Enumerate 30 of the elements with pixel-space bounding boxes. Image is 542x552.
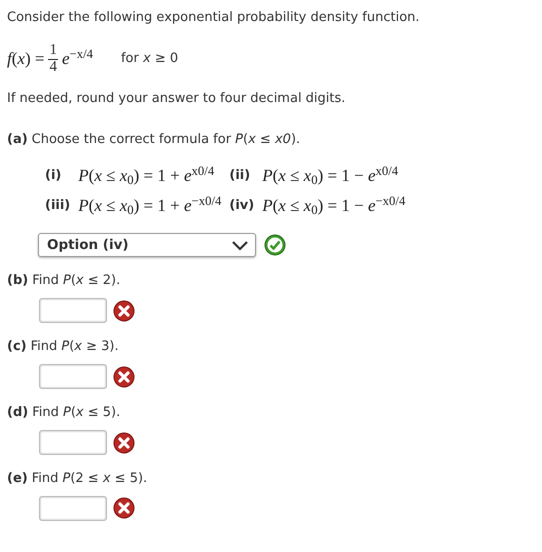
answer-field[interactable]	[39, 430, 107, 456]
note-text: If needed, round your answer to four decimal digits.	[7, 91, 346, 108]
fraction: 1 4	[48, 42, 58, 76]
part-label: (a)	[7, 132, 28, 150]
answer-field[interactable]	[39, 298, 107, 324]
question-text: Choose the correct formula for P(x ≤ x0).	[32, 132, 300, 150]
option-formula: P(x ≤ x$_{0}$) = 1 − e$^{−x0/4}$	[262, 195, 406, 218]
question-text: Find P(x ≤ 5).	[32, 405, 120, 422]
option-formula: P(x ≤ x$_{0}$) = 1 − e$^{x0/4}$	[262, 165, 400, 188]
answer-field[interactable]	[39, 364, 107, 390]
formula-exponential: e$^{−x/4}$	[62, 48, 93, 70]
formula-lhs: f(x) =	[7, 48, 44, 70]
condition-text: for x ≥ 0	[120, 50, 178, 68]
intro-text: Consider the following exponential probability density function.	[7, 10, 421, 27]
part-label: (e)	[7, 471, 28, 488]
answer-dropdown[interactable]: Option (iv)	[38, 233, 256, 258]
option-label: (iii)	[45, 198, 70, 215]
option-label: (i)	[45, 168, 62, 185]
question-text: Find P(x ≤ 2).	[32, 273, 120, 290]
caret-icon	[231, 240, 249, 251]
part-label: (b)	[7, 273, 28, 290]
answer-field[interactable]	[39, 496, 107, 521]
option-formula: P(x ≤ x$_{0}$) = 1 + e$^{−x0/4}$	[78, 195, 222, 218]
option-label: (ii)	[229, 168, 252, 185]
part-label: (c)	[7, 339, 27, 356]
question-text: Find P(x ≥ 3).	[30, 339, 119, 356]
part-label: (d)	[7, 405, 28, 422]
option-label: (iv)	[229, 198, 254, 215]
question-text: Find P(2 ≤ x ≤ 5).	[32, 471, 148, 488]
option-formula: P(x ≤ x$_{0}$) = 1 + e$^{x0/4}$	[78, 165, 216, 188]
